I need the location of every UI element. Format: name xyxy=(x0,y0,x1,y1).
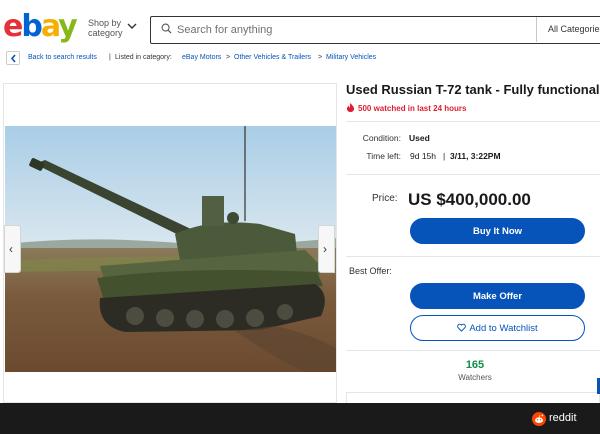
best-offer-label: Best Offer: xyxy=(349,266,392,276)
crumb-military-vehicles[interactable]: Military Vehicles xyxy=(326,54,376,61)
fire-icon xyxy=(346,103,355,112)
shop-by-category-button[interactable]: Shop by category xyxy=(88,18,123,38)
breadcrumb-separator: | xyxy=(109,54,111,61)
image-gallery: ‹ › xyxy=(3,83,337,403)
gallery-next-button[interactable]: › xyxy=(318,225,335,273)
chevron-left-icon xyxy=(10,54,16,63)
watched-text: 500 watched in last 24 hours xyxy=(358,104,467,113)
shop-by-label: Shop by xyxy=(88,18,122,28)
add-to-watchlist-button[interactable]: Add to Watchlist xyxy=(410,315,585,341)
search-bar: All Categories xyxy=(150,16,600,44)
crumb-separator: > xyxy=(226,54,231,61)
gallery-prev-button[interactable]: ‹ xyxy=(4,225,21,273)
ebay-logo[interactable]: ebay xyxy=(3,12,78,42)
divider xyxy=(346,121,600,122)
chevron-left-icon: ‹ xyxy=(9,242,13,256)
reddit-label: reddit xyxy=(549,412,577,424)
reddit-footer: reddit xyxy=(0,403,600,434)
crumb-other-vehicles[interactable]: Other Vehicles & Trailers xyxy=(234,54,311,61)
watched-badge: 500 watched in last 24 hours xyxy=(346,103,466,113)
divider xyxy=(346,174,600,175)
end-date: 3/11, 3:22PM xyxy=(450,151,501,161)
divider xyxy=(346,350,600,351)
crumb-separator: > xyxy=(318,54,323,61)
watchers-label: Watchers xyxy=(458,373,492,382)
reddit-icon xyxy=(532,412,546,426)
time-left-label: Time left: xyxy=(366,151,401,161)
header: ebay Shop by category All Categories xyxy=(0,0,600,50)
category-label: category xyxy=(88,28,123,38)
time-left-value: 9d 15h xyxy=(410,151,436,161)
listing-title: Used Russian T-72 tank - Fully functiona… xyxy=(346,82,600,97)
tank-photo xyxy=(5,126,336,372)
price-label: Price: xyxy=(372,193,398,204)
listed-in-label: Listed in category: xyxy=(115,54,172,61)
condition-value: Used xyxy=(409,133,430,143)
buy-it-now-button[interactable]: Buy It Now xyxy=(410,218,585,244)
make-offer-button[interactable]: Make Offer xyxy=(410,283,585,309)
price-value: US $400,000.00 xyxy=(408,190,531,209)
watchers-count: 165 xyxy=(465,359,485,371)
back-to-results-link[interactable]: Back to search results xyxy=(28,54,97,61)
condition-label: Condition: xyxy=(362,133,401,143)
back-button[interactable] xyxy=(6,51,20,65)
search-icon xyxy=(161,23,172,34)
watchlist-label: Add to Watchlist xyxy=(469,323,538,334)
heart-icon xyxy=(457,323,467,332)
category-select[interactable]: All Categories xyxy=(548,24,600,34)
search-divider xyxy=(536,17,537,42)
divider xyxy=(346,256,600,257)
chevron-down-icon[interactable] xyxy=(127,22,137,33)
time-separator: | xyxy=(443,151,446,161)
search-input[interactable] xyxy=(177,21,517,39)
chevron-right-icon: › xyxy=(323,242,327,256)
listing-photo[interactable] xyxy=(5,126,336,372)
crumb-ebay-motors[interactable]: eBay Motors xyxy=(182,54,221,61)
